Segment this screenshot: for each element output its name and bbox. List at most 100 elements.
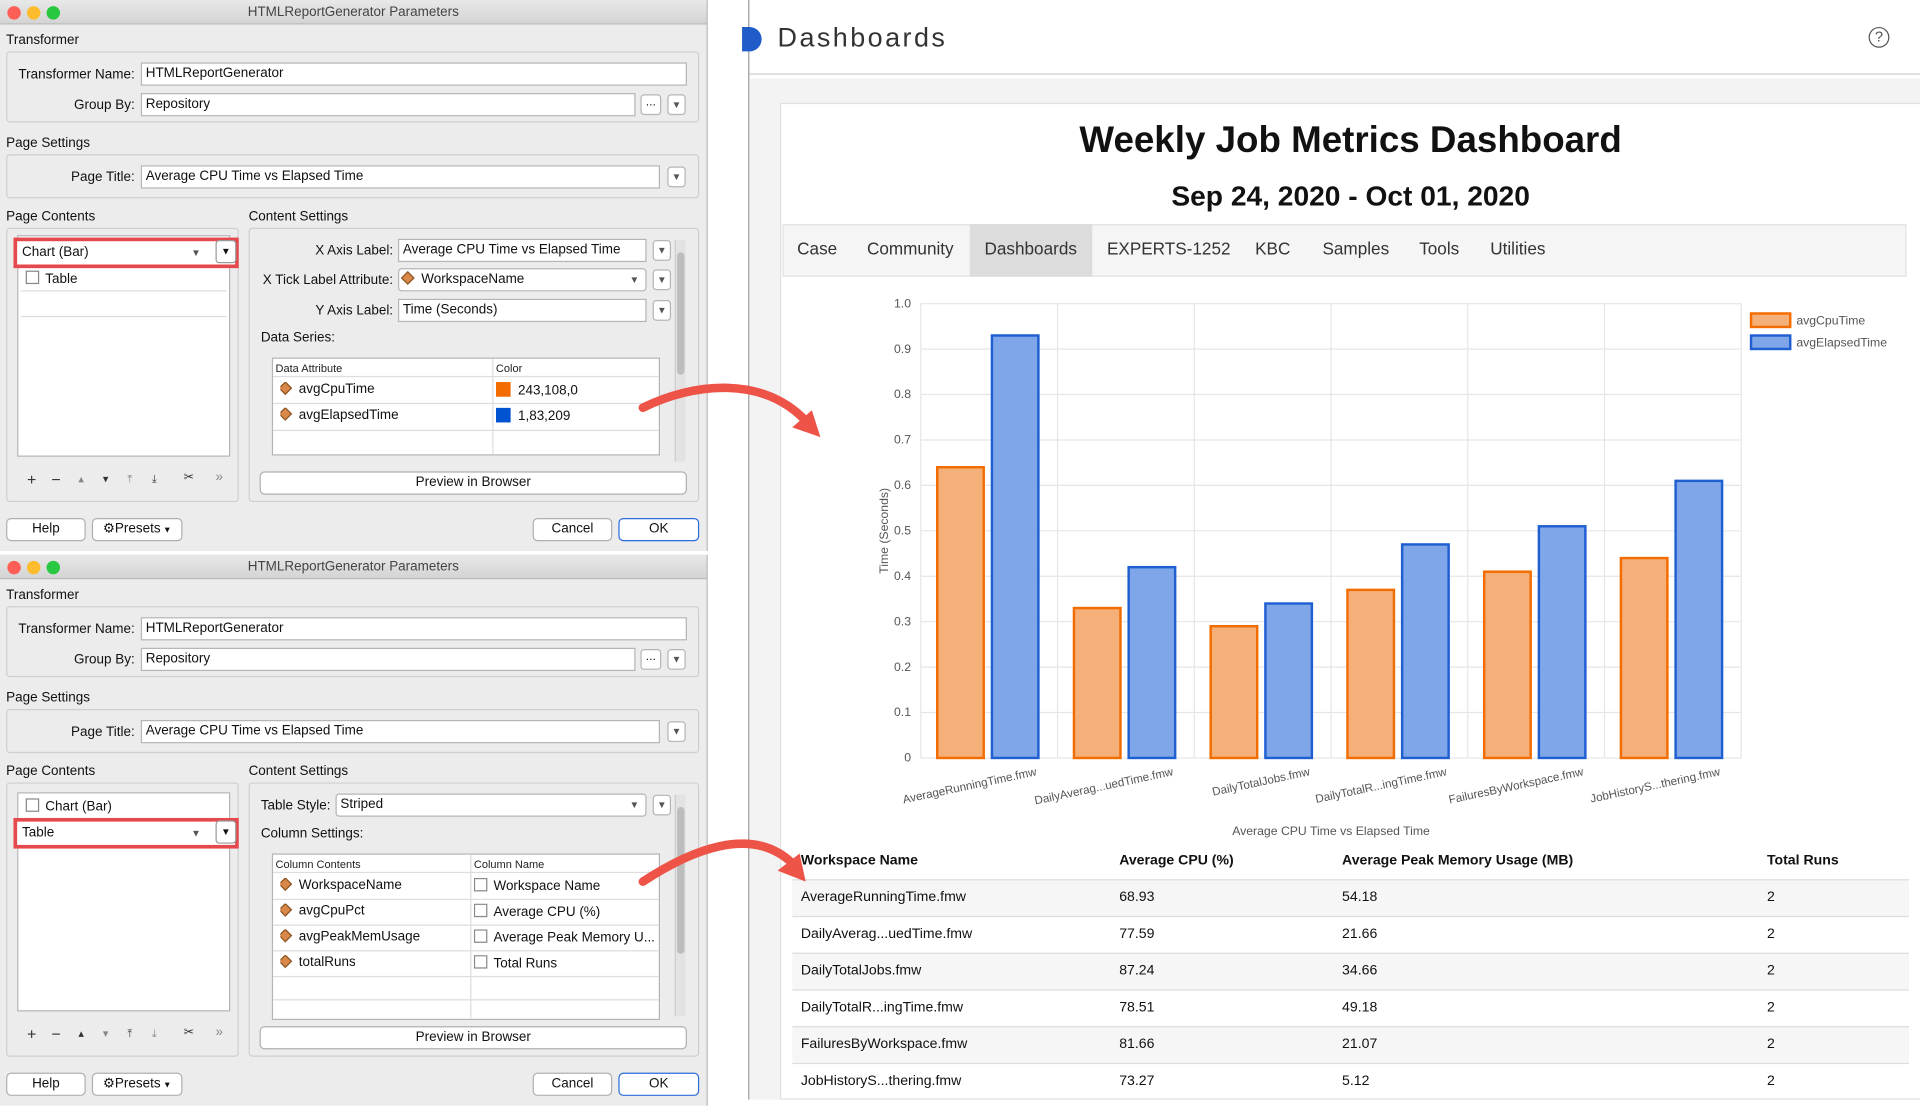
series-row-color[interactable]: 243,108,0 bbox=[495, 382, 578, 398]
cut-icon[interactable]: ✂ bbox=[184, 1026, 194, 1039]
help-button[interactable]: Help bbox=[6, 1072, 86, 1096]
list-item-chart-bar[interactable]: Chart (Bar) bbox=[20, 795, 227, 820]
page-contents-list[interactable]: Chart (Bar) ▼ ▼ Table bbox=[13, 235, 239, 457]
add-icon[interactable]: + bbox=[27, 470, 36, 488]
tab-experts-1252[interactable]: EXPERTS-1252 bbox=[1107, 239, 1231, 259]
column-row-name[interactable]: Total Runs bbox=[473, 955, 658, 971]
zoom-window-icon[interactable] bbox=[46, 6, 61, 20]
add-icon[interactable]: + bbox=[27, 1025, 36, 1043]
y-tick-label: 0.8 bbox=[894, 387, 911, 401]
move-top-icon[interactable]: ⤒ bbox=[127, 473, 132, 486]
ok-button[interactable]: OK bbox=[618, 517, 700, 542]
page-title-dropdown-icon[interactable]: ▼ bbox=[667, 721, 686, 743]
move-down-icon[interactable]: ▾ bbox=[103, 1027, 109, 1040]
list-item-table[interactable]: Table bbox=[20, 267, 227, 292]
group-by-dropdown-icon[interactable]: ▼ bbox=[667, 648, 686, 670]
page-title-field[interactable]: Average CPU Time vs Elapsed Time bbox=[140, 720, 661, 744]
y-axis-dropdown-icon[interactable]: ▼ bbox=[652, 300, 672, 321]
page-contents-list[interactable]: Chart (Bar) Table ▼ ▼ bbox=[13, 792, 239, 1012]
cancel-button[interactable]: Cancel bbox=[532, 517, 613, 542]
x-tick-attr-value: WorkspaceName bbox=[421, 271, 525, 287]
move-bottom-icon[interactable]: ⤓ bbox=[152, 1027, 157, 1040]
x-tick-label-label: X Tick Label Attribute: bbox=[262, 273, 394, 288]
page-title-dropdown-icon[interactable]: ▼ bbox=[667, 166, 686, 188]
table-style-dropdown-icon[interactable]: ▼ bbox=[652, 794, 672, 816]
transformer-name-field[interactable]: HTMLReportGenerator bbox=[140, 62, 687, 86]
presets-button[interactable]: ⚙Presets ▼ bbox=[91, 517, 183, 542]
table-cell: 87.24 bbox=[1119, 963, 1155, 979]
minimize-window-icon[interactable] bbox=[26, 6, 41, 20]
tab-samples[interactable]: Samples bbox=[1322, 239, 1389, 259]
cancel-button[interactable]: Cancel bbox=[532, 1072, 613, 1096]
cut-icon[interactable]: ✂ bbox=[184, 471, 194, 484]
back-nav-icon[interactable] bbox=[742, 26, 762, 52]
move-down-icon[interactable]: ▾ bbox=[103, 473, 109, 486]
tab-dashboards[interactable]: Dashboards bbox=[984, 239, 1076, 259]
remove-icon[interactable]: − bbox=[51, 1025, 60, 1043]
data-series-grid[interactable]: Data Attribute Color avgCpuTime 243,108,… bbox=[271, 357, 661, 456]
table-style-select[interactable]: Striped ▼ bbox=[335, 793, 647, 817]
list-item-chart-bar[interactable]: Chart (Bar) ▼ ▼ bbox=[13, 237, 239, 269]
y-tick-label: 0.3 bbox=[894, 614, 911, 628]
tab-tools[interactable]: Tools bbox=[1419, 239, 1459, 259]
bar-avgCpuTime bbox=[1482, 570, 1532, 760]
text-field-icon bbox=[473, 877, 488, 892]
close-window-icon[interactable] bbox=[7, 560, 21, 575]
transformer-section-label: Transformer bbox=[6, 587, 79, 603]
more-icon[interactable]: » bbox=[216, 1025, 224, 1040]
dashboard-panel: Dashboards ? Weekly Job Metrics Dashboar… bbox=[742, 0, 1920, 1100]
group-by-label: Group By: bbox=[74, 652, 135, 668]
series-row-attr[interactable]: avgElapsedTime bbox=[280, 407, 399, 422]
list-item-label: Chart (Bar) bbox=[22, 244, 89, 260]
column-row-name[interactable]: Average Peak Memory U... bbox=[473, 929, 658, 945]
series-row-color[interactable]: 1,83,209 bbox=[495, 407, 570, 424]
tab-case[interactable]: Case bbox=[797, 239, 837, 259]
item-dropdown-icon[interactable]: ▼ bbox=[215, 240, 237, 264]
column-settings-grid[interactable]: Column Contents Column Name WorkspaceNam… bbox=[271, 853, 661, 1021]
page-title-field[interactable]: Average CPU Time vs Elapsed Time bbox=[140, 165, 661, 189]
item-dropdown-icon[interactable]: ▼ bbox=[215, 820, 237, 844]
group-by-ellipsis-button[interactable]: ... bbox=[640, 648, 662, 670]
column-row-attr[interactable]: avgCpuPct bbox=[280, 903, 365, 918]
x-tick-dropdown-icon[interactable]: ▼ bbox=[652, 269, 672, 291]
help-icon[interactable]: ? bbox=[1868, 26, 1890, 48]
zoom-window-icon[interactable] bbox=[46, 560, 61, 575]
checkbox-icon[interactable] bbox=[25, 798, 40, 812]
y-axis-label-field[interactable]: Time (Seconds) bbox=[397, 298, 647, 323]
move-up-icon[interactable]: ▴ bbox=[78, 473, 84, 486]
move-top-icon[interactable]: ⤒ bbox=[127, 1027, 132, 1040]
preview-in-browser-button[interactable]: Preview in Browser bbox=[259, 1026, 687, 1050]
move-up-icon[interactable]: ▴ bbox=[78, 1027, 84, 1040]
close-window-icon[interactable] bbox=[7, 6, 21, 20]
column-row-attr[interactable]: WorkspaceName bbox=[280, 877, 402, 893]
ok-button[interactable]: OK bbox=[618, 1072, 700, 1096]
group-by-field[interactable]: Repository bbox=[140, 647, 636, 672]
list-item-table[interactable]: Table ▼ ▼ bbox=[13, 817, 239, 849]
help-button[interactable]: Help bbox=[6, 517, 86, 542]
transformer-name-field[interactable]: HTMLReportGenerator bbox=[140, 617, 687, 641]
group-by-ellipsis-button[interactable]: ... bbox=[640, 94, 662, 116]
group-by-field[interactable]: Repository bbox=[140, 93, 636, 117]
preview-in-browser-button[interactable]: Preview in Browser bbox=[259, 471, 687, 495]
move-bottom-icon[interactable]: ⤓ bbox=[152, 473, 157, 486]
tab-kbc[interactable]: KBC bbox=[1255, 239, 1290, 259]
x-axis-label-field[interactable]: Average CPU Time vs Elapsed Time bbox=[397, 238, 647, 263]
tab-utilities[interactable]: Utilities bbox=[1490, 239, 1545, 259]
column-row-attr[interactable]: avgPeakMemUsage bbox=[280, 929, 420, 944]
scrollbar-thumb[interactable] bbox=[677, 252, 685, 375]
series-row-attr[interactable]: avgCpuTime bbox=[280, 382, 375, 397]
presets-button[interactable]: ⚙Presets ▼ bbox=[91, 1072, 183, 1096]
gear-icon: ⚙ bbox=[102, 1076, 115, 1092]
minimize-window-icon[interactable] bbox=[26, 560, 41, 575]
checkbox-icon[interactable] bbox=[25, 270, 40, 285]
table-style-value: Striped bbox=[340, 797, 384, 812]
column-row-attr[interactable]: totalRuns bbox=[280, 955, 356, 970]
x-tick-attr-select[interactable]: WorkspaceName ▼ bbox=[397, 268, 647, 292]
tab-community[interactable]: Community bbox=[867, 239, 954, 259]
x-axis-dropdown-icon[interactable]: ▼ bbox=[652, 240, 672, 261]
group-by-dropdown-icon[interactable]: ▼ bbox=[667, 94, 686, 116]
more-icon[interactable]: » bbox=[216, 470, 224, 485]
remove-icon[interactable]: − bbox=[51, 470, 60, 488]
color-swatch-icon bbox=[495, 382, 511, 397]
column-row-name[interactable]: Average CPU (%) bbox=[473, 903, 658, 920]
